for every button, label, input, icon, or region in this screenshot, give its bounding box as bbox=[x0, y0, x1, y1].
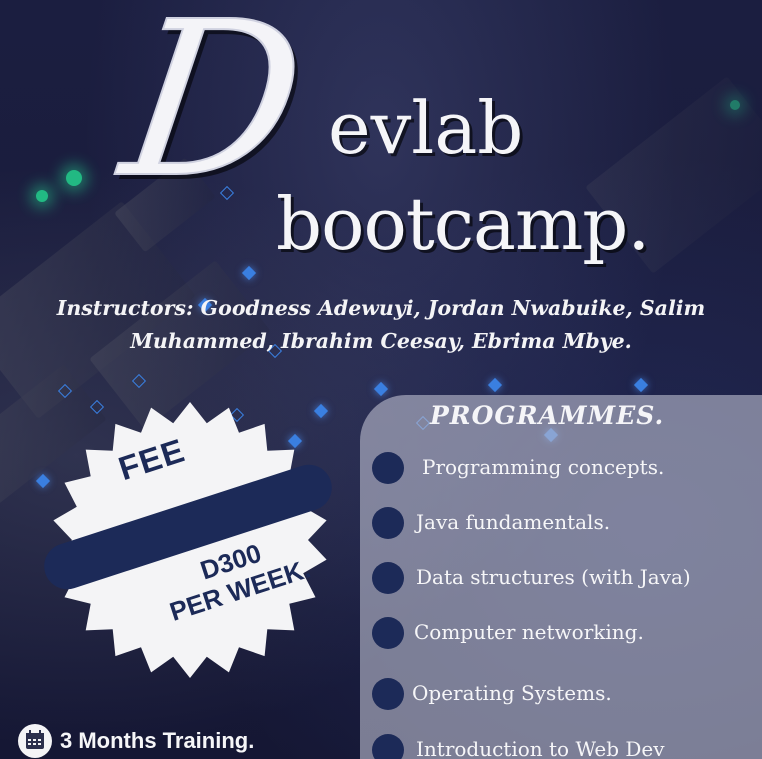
bullet-circle-icon bbox=[372, 734, 404, 759]
poster: D evlab bootcamp. Instructors: Goodness … bbox=[0, 0, 762, 759]
programme-item: Programming concepts. bbox=[370, 448, 762, 488]
title-word-devlab: evlab bbox=[328, 86, 524, 170]
programme-label: Operating Systems. bbox=[412, 681, 612, 705]
background-diamond bbox=[373, 381, 389, 397]
bullet-circle-icon bbox=[372, 617, 404, 649]
background-diamond bbox=[241, 265, 257, 281]
background-glow bbox=[730, 100, 740, 110]
programme-label: Programming concepts. bbox=[422, 455, 665, 479]
background-diamond bbox=[487, 377, 503, 393]
bullet-circle-icon bbox=[372, 678, 404, 710]
programmes-heading: PROGRAMMES. bbox=[430, 401, 665, 430]
bullet-circle-icon bbox=[372, 452, 404, 484]
programme-item: Computer networking. bbox=[370, 613, 762, 653]
background-diamond bbox=[633, 377, 649, 393]
programme-label: Java fundamentals. bbox=[416, 510, 611, 534]
instructors-text: Instructors: Goodness Adewuyi, Jordan Nw… bbox=[56, 296, 706, 353]
title-word-bootcamp: bootcamp. bbox=[276, 182, 650, 266]
bullet-circle-icon bbox=[372, 562, 404, 594]
programme-label: Computer networking. bbox=[414, 620, 644, 644]
background-glow bbox=[66, 170, 82, 186]
programme-item: Operating Systems. bbox=[370, 674, 762, 714]
programme-item: Java fundamentals. bbox=[370, 503, 762, 543]
calendar-icon bbox=[18, 724, 52, 758]
title-initial: D bbox=[110, 0, 319, 226]
programme-label: Data structures (with Java) bbox=[416, 565, 691, 589]
programme-item: Data structures (with Java) bbox=[370, 558, 762, 598]
bullet-circle-icon bbox=[372, 507, 404, 539]
programme-label: Introduction to Web Dev bbox=[416, 737, 665, 759]
duration-text: 3 Months Training. bbox=[60, 728, 255, 753]
duration: 3 Months Training. bbox=[18, 724, 338, 758]
programme-item: Introduction to Web Dev bbox=[370, 730, 762, 759]
background-glow bbox=[36, 190, 48, 202]
